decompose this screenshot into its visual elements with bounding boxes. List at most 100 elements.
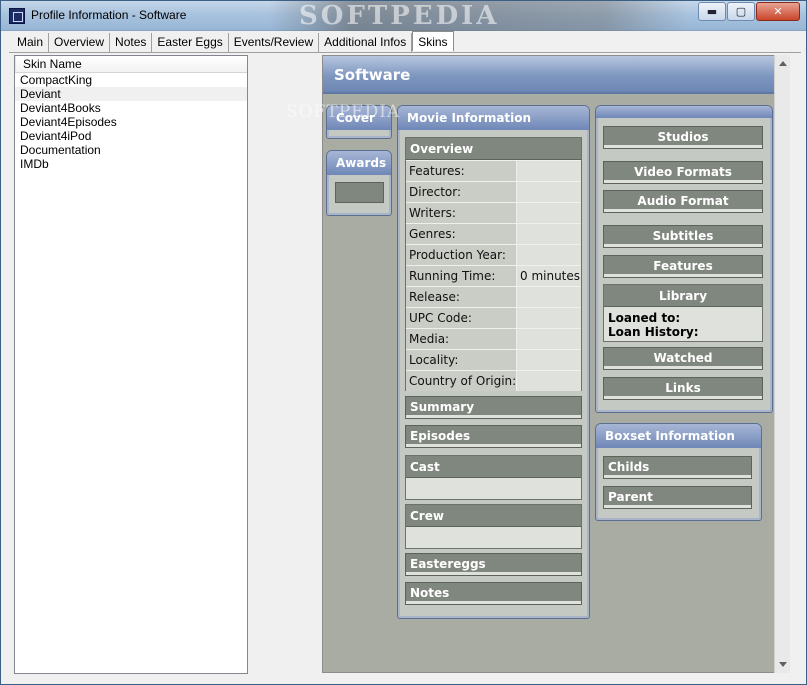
tab-overview[interactable]: Overview [49,33,111,52]
cast-section: Cast [405,455,582,500]
childs-section[interactable]: Childs [603,456,752,479]
maximize-button[interactable]: ▢ [727,2,755,21]
field-label: Running Time: [406,266,517,286]
field-value [517,161,581,181]
cast-header[interactable]: Cast [406,456,581,478]
softpedia-watermark: SOFTPEDIA [286,102,401,122]
watched-section[interactable]: Watched [603,347,763,370]
field-value [517,182,581,202]
table-row: Locality: [406,349,581,370]
field-label: Production Year: [406,245,517,265]
list-item[interactable]: Deviant4Episodes [15,115,247,129]
field-value [517,350,581,370]
summary-label: Summary [410,400,475,414]
features-section[interactable]: Features [603,255,763,278]
field-label: Writers: [406,203,517,223]
eastereggs-section[interactable]: Eastereggs [405,553,582,576]
tab-divider [9,52,801,53]
overview-header[interactable]: Overview [406,138,581,160]
field-label: Genres: [406,224,517,244]
crew-section: Crew [405,504,582,549]
tab-events-review[interactable]: Events/Review [228,33,320,52]
loan-history-label: Loan History: [608,325,699,339]
crew-header[interactable]: Crew [406,505,581,527]
tab-strip: Main Overview Notes Easter Eggs Events/R… [12,31,454,53]
preview-scrollbar[interactable] [774,55,790,673]
details-panel: Studios Video Formats Audio Format Subti… [595,105,773,413]
library-header[interactable]: Library [604,285,762,307]
field-label: UPC Code: [406,308,517,328]
movie-information-panel: Movie Information Overview Features: Dir… [397,105,590,619]
preview-title: Software [323,56,775,94]
loaned-to-label: Loaned to: [608,311,681,325]
tab-skins[interactable]: Skins [412,31,454,51]
table-row: Production Year: [406,244,581,265]
softpedia-watermark: SOFTPEDIA [269,1,689,31]
field-value [517,329,581,349]
tab-notes[interactable]: Notes [110,33,153,52]
table-row: Country of Origin: [406,370,581,391]
app-icon [9,8,25,24]
scroll-up-icon[interactable] [779,61,787,66]
episodes-section[interactable]: Episodes [405,425,582,448]
field-value [517,203,581,223]
title-bar[interactable]: Profile Information - Software SOFTPEDIA… [1,1,806,31]
tab-additional-infos[interactable]: Additional Infos [319,33,413,52]
notes-label: Notes [410,586,450,600]
list-item[interactable]: Deviant4iPod [15,129,247,143]
episodes-label: Episodes [410,429,471,443]
table-row: Genres: [406,223,581,244]
library-section: Library Loaned to: Loan History: [603,284,763,342]
table-row: Release: [406,286,581,307]
list-item[interactable]: Deviant4Books [15,101,247,115]
close-button[interactable]: ✕ [756,2,800,21]
audio-format-section[interactable]: Audio Format [603,190,763,213]
tab-main[interactable]: Main [12,33,50,52]
scroll-down-icon[interactable] [779,662,787,667]
field-label: Release: [406,287,517,307]
notes-section[interactable]: Notes [405,582,582,605]
table-row: Media: [406,328,581,349]
boxset-title: Boxset Information [596,424,761,448]
field-value [517,287,581,307]
parent-label: Parent [608,490,653,504]
links-section[interactable]: Links [603,377,763,400]
awards-tab[interactable]: Awards [327,151,391,175]
table-row: Director: [406,181,581,202]
profile-window: Profile Information - Software SOFTPEDIA… [0,0,807,685]
field-label: Features: [406,161,517,181]
list-item[interactable]: Documentation [15,143,247,157]
details-panel-head [596,106,772,118]
field-label: Director: [406,182,517,202]
studios-section[interactable]: Studios [603,126,763,149]
overview-section: Overview Features: Director: Writers: Ge… [405,137,582,391]
table-row: Writers: [406,202,581,223]
window-controls: ▬ ▢ ✕ [697,2,800,21]
field-value [517,308,581,328]
studios-label: Studios [657,130,709,144]
table-row: Features: [406,160,581,181]
parent-section[interactable]: Parent [603,486,752,509]
field-value: 0 minutes [517,266,581,286]
skin-list[interactable]: Skin Name CompactKing Deviant Deviant4Bo… [14,55,248,674]
video-formats-section[interactable]: Video Formats [603,161,763,184]
features-label: Features [653,259,713,273]
boxset-panel: Boxset Information Childs Parent [595,423,762,521]
summary-section[interactable]: Summary [405,396,582,419]
minimize-button[interactable]: ▬ [698,2,726,21]
list-item[interactable]: CompactKing [15,73,247,87]
links-label: Links [665,381,701,395]
field-value [517,371,581,391]
field-label: Locality: [406,350,517,370]
awards-box [335,182,384,203]
awards-panel: Awards [326,150,392,216]
movie-information-title: Movie Information [398,106,589,130]
tab-easter-eggs[interactable]: Easter Eggs [152,33,229,52]
skin-name-column-header[interactable]: Skin Name [15,56,247,73]
list-item[interactable]: Deviant [15,87,247,101]
field-value [517,224,581,244]
skin-preview: Software Cover Awards Movie Information … [322,55,790,673]
subtitles-section[interactable]: Subtitles [603,225,763,248]
list-item[interactable]: IMDb [15,157,247,171]
video-formats-label: Video Formats [634,165,732,179]
